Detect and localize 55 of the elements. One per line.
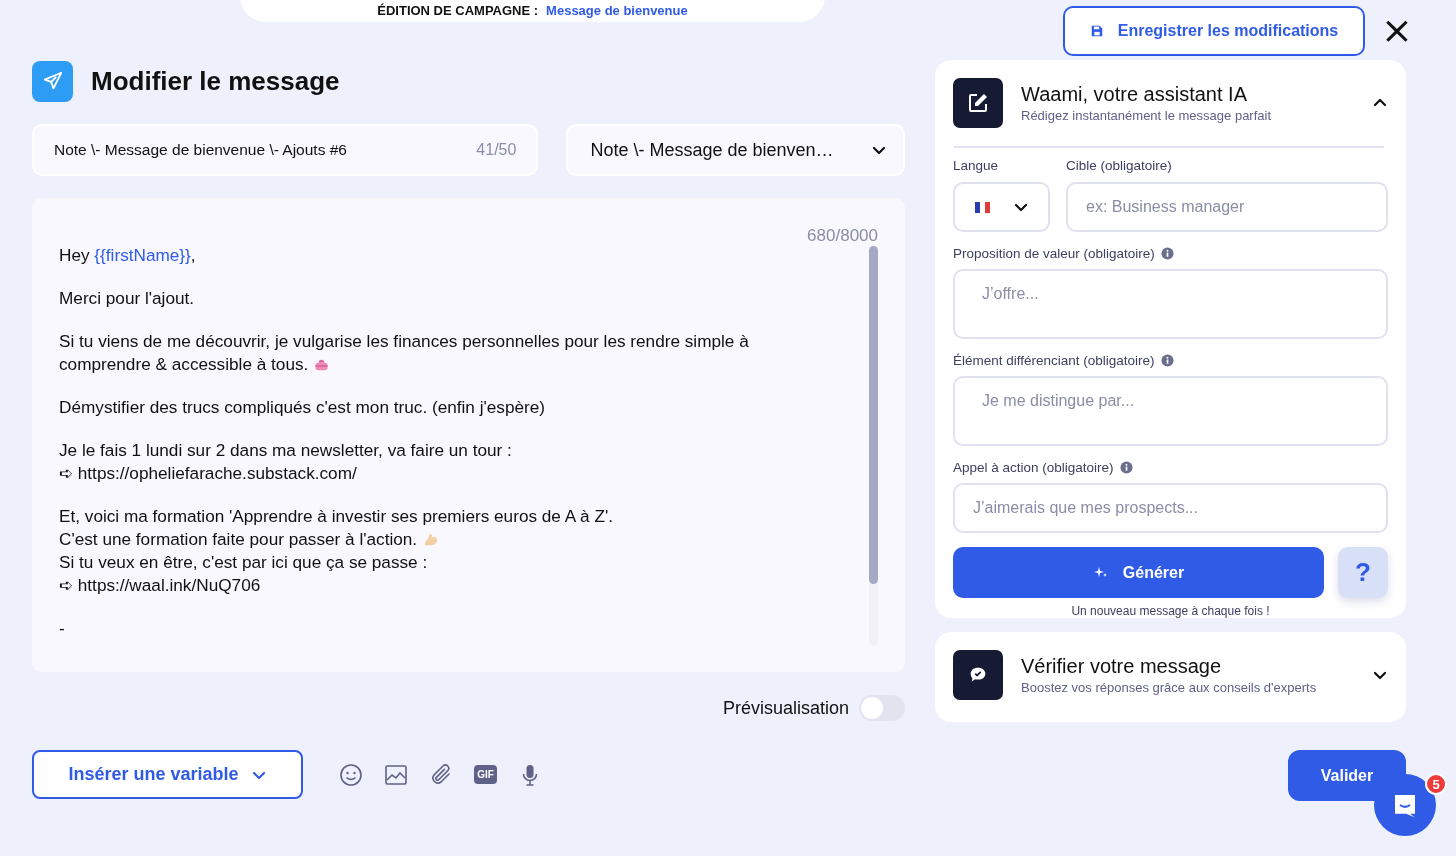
message-line: Hey {{firstName}}, [59,244,197,267]
character-counter: 680/8000 [806,226,878,246]
name-field[interactable]: Note \- Message de bienvenue \- Ajouts #6 41/50 [32,124,539,176]
campaign-name: Message de bienvenue [546,3,688,18]
preview-label: Prévisualisation [722,697,849,719]
target-field[interactable]: ex: Business manager [1066,182,1388,232]
message-line: Je le fais 1 lundi sur 2 dans ma newsletter, va faire un tour : [59,439,513,462]
field-label: Élément différenciant (obligatoire) [953,353,1155,368]
save-button[interactable]: Enregistrer les modifications [1063,6,1365,56]
image-icon[interactable] [384,762,408,787]
field-label: Proposition de valeur (obligatoire) [953,246,1155,261]
generate-button[interactable]: Générer [953,547,1324,598]
message-line: Si tu viens de me découvrir, je vulgarise les finances personnelles pour les rendre simple à [59,330,750,353]
info-icon [1119,461,1133,474]
campaign-label: ÉDITION DE CAMPAGNE : [377,3,539,18]
panel-subtitle: Boostez vos réponses grâce aux conseils d'experts [1021,680,1318,695]
close-button[interactable]: × [1381,10,1413,50]
message-line: Et, voici ma formation 'Apprendre à investir ses premiers euros de A à Z'. [59,505,614,528]
help-button[interactable]: ? [1338,547,1388,598]
purse-icon [313,357,331,372]
preview-toggle[interactable] [859,695,905,721]
field-label: Langue [953,158,1000,173]
message-editor[interactable] [32,198,905,672]
panel-subtitle: Rédigez instantanément le message parfait [1021,108,1273,123]
message-line: Démystifier des trucs compliqués c'est mon truc. (enfin j'espère) [59,396,547,419]
page-title: Modifier le message [91,65,340,97]
notification-badge: 5 [1425,773,1447,795]
text-area[interactable]: J’offre... [953,269,1388,339]
insert-variable-button[interactable]: Insérer une variable [32,750,303,799]
info-icon [1160,247,1174,260]
field-label: Cible (obligatoire) [1066,158,1173,173]
panel-title: Waami, votre assistant IA [1021,83,1248,106]
scrollbar[interactable] [869,246,878,584]
message-line: - [59,617,66,640]
template-dropdown[interactable]: Note \- Message de bienven… [566,124,905,176]
text-area[interactable]: Je me distingue par... [953,376,1388,446]
chat-check-icon [953,650,1003,700]
paperclip-icon[interactable] [429,762,453,787]
message-line: ➪ https://opheliefarache.substack.com/ [59,462,358,485]
smiley-icon[interactable] [339,762,363,787]
message-line: ➪ https://waal.ink/NuQ706 [59,574,262,597]
message-line: Si tu veux en être, c'est par ici que ça se passe : [59,551,429,574]
message-line: Merci pour l'ajout. [59,287,196,310]
language-dropdown[interactable] [953,182,1050,232]
info-icon [1160,354,1174,367]
edit-icon [953,78,1003,128]
flag-icon [974,201,990,213]
input-field[interactable]: J’aimerais que mes prospects... [953,483,1388,533]
character-counter: 41/50 [476,141,517,159]
field-label: Appel à action (obligatoire) [953,460,1114,475]
panel-title: Vérifier votre message [1021,655,1223,678]
gif-button[interactable]: GIF [474,765,497,784]
hint-text: Un nouveau message à chaque fois ! [1070,604,1271,618]
floppy-icon [1089,24,1104,38]
send-icon [32,60,73,102]
